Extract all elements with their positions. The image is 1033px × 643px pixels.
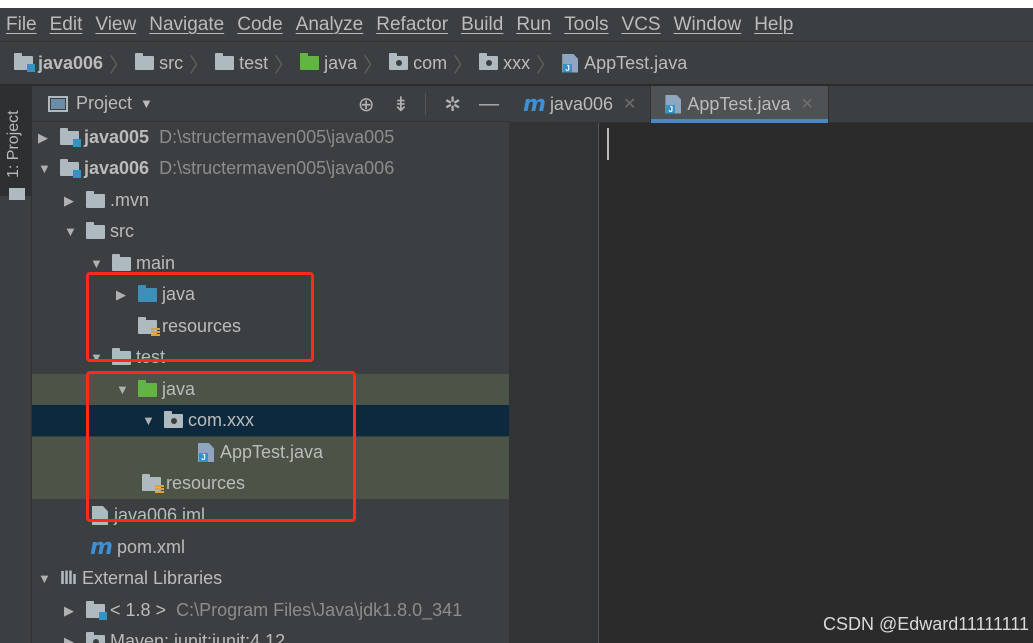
hide-panel-icon[interactable]: —	[479, 93, 499, 116]
breadcrumb-item-test[interactable]: test	[215, 53, 268, 74]
folder-icon	[135, 53, 155, 70]
folder-icon	[9, 188, 25, 200]
menu-file[interactable]: File	[6, 14, 37, 36]
module-folder-icon	[14, 53, 35, 72]
menu-run[interactable]: Run	[516, 14, 551, 36]
tree-item-junit[interactable]: ▶ Maven: junit:junit:4.12	[32, 626, 509, 643]
expand-arrow-icon[interactable]: ▶	[64, 193, 86, 209]
test-sources-folder-icon	[300, 53, 320, 70]
tab-java006[interactable]: m java006 ✕	[509, 86, 652, 122]
chevron-right-icon: 〉	[363, 54, 384, 77]
locate-target-icon[interactable]: ⊕	[358, 92, 375, 117]
menu-help[interactable]: Help	[754, 14, 793, 36]
libraries-icon: Illı	[60, 568, 77, 588]
breadcrumb-item-java[interactable]: java	[300, 53, 357, 74]
menu-analyze[interactable]: Analyze	[296, 14, 364, 36]
tree-item-java005[interactable]: ▶ java005 D:\structermaven005\java005	[32, 122, 509, 153]
tree-item-java006[interactable]: ▼ java006 D:\structermaven005\java006	[32, 153, 509, 184]
chevron-right-icon: 〉	[274, 54, 295, 77]
expand-arrow-icon[interactable]: ▶	[64, 634, 86, 643]
module-folder-icon	[60, 127, 81, 147]
breadcrumb-item-src[interactable]: src	[135, 53, 183, 74]
menu-code[interactable]: Code	[237, 14, 282, 36]
collapse-arrow-icon[interactable]: ▼	[38, 161, 60, 176]
code-editor[interactable]	[600, 123, 1033, 643]
panel-toolbar: ⊕ ⇟ ✲ —	[340, 86, 499, 122]
annotation-box-main	[86, 272, 314, 362]
expand-arrow-icon[interactable]: ▶	[38, 130, 60, 146]
chevron-down-icon: ▼	[140, 96, 153, 111]
tree-item-pom[interactable]: m pom.xml	[32, 532, 509, 563]
close-icon[interactable]: ✕	[800, 94, 813, 114]
maven-icon: m	[90, 535, 113, 560]
breadcrumb-item-xxx[interactable]: xxx	[479, 53, 530, 74]
menu-window[interactable]: Window	[674, 14, 742, 36]
breadcrumb-item-com[interactable]: com	[389, 53, 447, 74]
library-jar-icon	[86, 631, 105, 643]
project-tool-label: 1: Project	[5, 110, 22, 178]
package-icon	[479, 53, 499, 70]
menu-edit[interactable]: Edit	[50, 14, 83, 36]
close-icon[interactable]: ✕	[623, 94, 636, 114]
chevron-right-icon: 〉	[189, 54, 210, 77]
collapse-arrow-icon[interactable]: ▼	[38, 571, 60, 586]
menu-bar: File Edit View Navigate Code Analyze Ref…	[0, 8, 1033, 41]
folder-icon	[112, 253, 131, 271]
menu-build[interactable]: Build	[461, 14, 503, 36]
chevron-right-icon: 〉	[453, 54, 474, 77]
chevron-right-icon: 〉	[109, 54, 130, 77]
folder-icon	[86, 221, 105, 239]
tab-apptest[interactable]: AppTest.java ✕	[651, 86, 829, 123]
menu-refactor[interactable]: Refactor	[376, 14, 448, 36]
menu-navigate[interactable]: Navigate	[149, 14, 224, 36]
java-file-icon	[665, 94, 682, 114]
breadcrumb-item-java006[interactable]: java006	[14, 53, 103, 74]
folder-icon	[215, 53, 235, 70]
top-strip	[0, 0, 1033, 8]
tree-item-jdk[interactable]: ▶ < 1.8 > C:\Program Files\Java\jdk1.8.0…	[32, 595, 509, 626]
breadcrumb: java006 〉 src 〉 test 〉 java 〉 com 〉 xxx …	[0, 41, 1033, 85]
tree-item-mvn[interactable]: ▶ .mvn	[32, 185, 509, 216]
expand-arrow-icon[interactable]: ▶	[64, 603, 86, 619]
text-caret	[607, 128, 609, 160]
project-window-icon	[48, 95, 68, 112]
tree-item-src[interactable]: ▼ src	[32, 216, 509, 247]
folder-icon	[86, 190, 105, 208]
menu-tools[interactable]: Tools	[564, 14, 608, 36]
editor-gutter	[509, 123, 599, 643]
project-panel: Project ▼ ⊕ ⇟ ✲ — ▶ java005 D:\structerm…	[32, 86, 509, 643]
java-file-icon	[562, 53, 579, 73]
project-panel-header: Project ▼ ⊕ ⇟ ✲ —	[32, 86, 509, 122]
package-icon	[389, 53, 409, 70]
menu-vcs[interactable]: VCS	[622, 14, 661, 36]
watermark: CSDN @Edward11111111	[822, 614, 1029, 634]
editor-tab-bar: m java006 ✕ AppTest.java ✕	[509, 86, 1033, 123]
jdk-folder-icon	[86, 600, 107, 620]
chevron-right-icon: 〉	[536, 54, 557, 77]
breadcrumb-item-apptest[interactable]: AppTest.java	[562, 53, 687, 74]
project-view-selector[interactable]: Project ▼	[48, 93, 153, 114]
collapse-arrow-icon[interactable]: ▼	[64, 224, 86, 239]
left-tool-stripe: 1: Project	[0, 86, 32, 643]
toolbar-divider	[425, 93, 427, 115]
collapse-arrow-icon[interactable]: ▼	[90, 256, 112, 271]
collapse-all-icon[interactable]: ⇟	[392, 92, 409, 117]
project-tool-tab[interactable]: 1: Project	[0, 86, 32, 200]
menu-view[interactable]: View	[95, 14, 136, 36]
module-folder-icon	[60, 158, 81, 178]
gear-icon[interactable]: ✲	[444, 92, 461, 117]
maven-icon: m	[523, 91, 546, 117]
tree-item-external-libraries[interactable]: ▼ Illı External Libraries	[32, 563, 509, 594]
annotation-box-test	[86, 371, 356, 522]
